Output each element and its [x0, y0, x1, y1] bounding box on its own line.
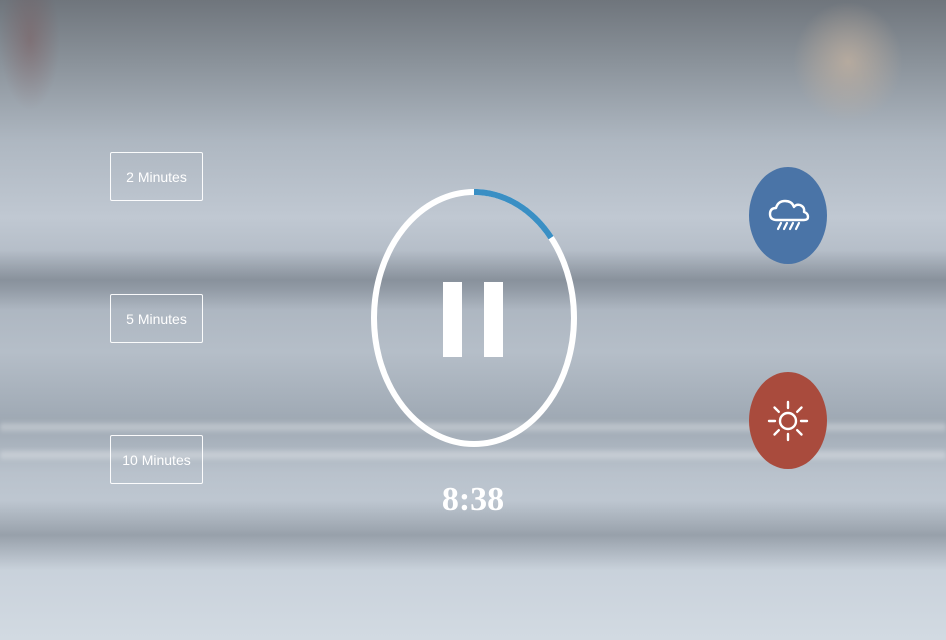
pause-button[interactable] [434, 270, 514, 370]
duration-10-minutes-button[interactable]: 10 Minutes [110, 435, 203, 484]
time-remaining: 8:38 [441, 481, 505, 518]
rain-cloud-icon [768, 199, 810, 230]
duration-2-minutes-button[interactable]: 2 Minutes [110, 152, 203, 201]
duration-5-minutes-button[interactable]: 5 Minutes [110, 294, 203, 343]
timer-progress-arc [473, 189, 554, 240]
rain-sound-button[interactable] [749, 167, 827, 264]
pause-icon-bar [484, 282, 503, 357]
sun-icon [767, 400, 809, 441]
sunny-sound-button[interactable] [749, 372, 827, 469]
pause-icon [443, 282, 462, 357]
